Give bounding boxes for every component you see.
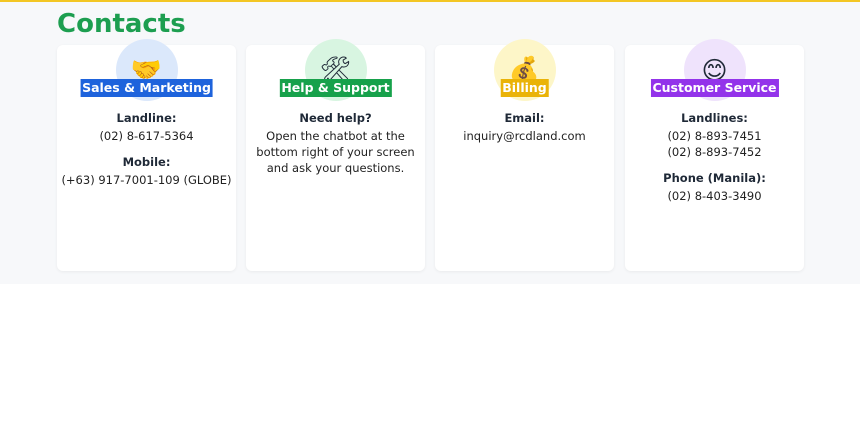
help-text-line: and ask your questions.	[266, 161, 405, 175]
contacts-section: Contacts 🤝 Sales & Marketing Landline: (…	[0, 0, 860, 284]
phone-value[interactable]: (02) 8-403-3490	[625, 188, 804, 204]
field-label: Mobile:	[122, 155, 171, 169]
help-text-line: Open the chatbot at the	[266, 129, 405, 143]
phone-value[interactable]: (02) 8-893-7452	[625, 144, 804, 160]
field-label: Email:	[504, 111, 545, 125]
email-link[interactable]: inquiry@rcdland.com	[435, 128, 614, 144]
card-heading: Help & Support	[279, 79, 392, 97]
card-heading: Sales & Marketing	[80, 79, 213, 97]
card-heading: Billing	[500, 79, 549, 97]
page-title: Contacts	[57, 9, 186, 39]
field-label: Landlines:	[681, 111, 748, 125]
contact-card-customer-service: 😊 Customer Service Landlines: (02) 8-893…	[625, 39, 804, 271]
contact-card-sales-marketing: 🤝 Sales & Marketing Landline: (02) 8-617…	[57, 39, 236, 271]
field-label: Need help?	[299, 111, 372, 125]
field-label: Landline:	[116, 111, 177, 125]
phone-value[interactable]: (+63) 917-7001-109 (GLOBE)	[57, 172, 236, 188]
card-heading: Customer Service	[650, 79, 779, 97]
phone-value[interactable]: (02) 8-893-7451	[625, 128, 804, 144]
contact-card-help-support: 🛠 Help & Support Need help? Open the cha…	[246, 39, 425, 271]
contact-card-billing: 💰 Billing Email: inquiry@rcdland.com	[435, 39, 614, 271]
phone-value[interactable]: (02) 8-617-5364	[57, 128, 236, 144]
field-label: Phone (Manila):	[663, 171, 766, 185]
help-text-line: bottom right of your screen	[256, 145, 415, 159]
